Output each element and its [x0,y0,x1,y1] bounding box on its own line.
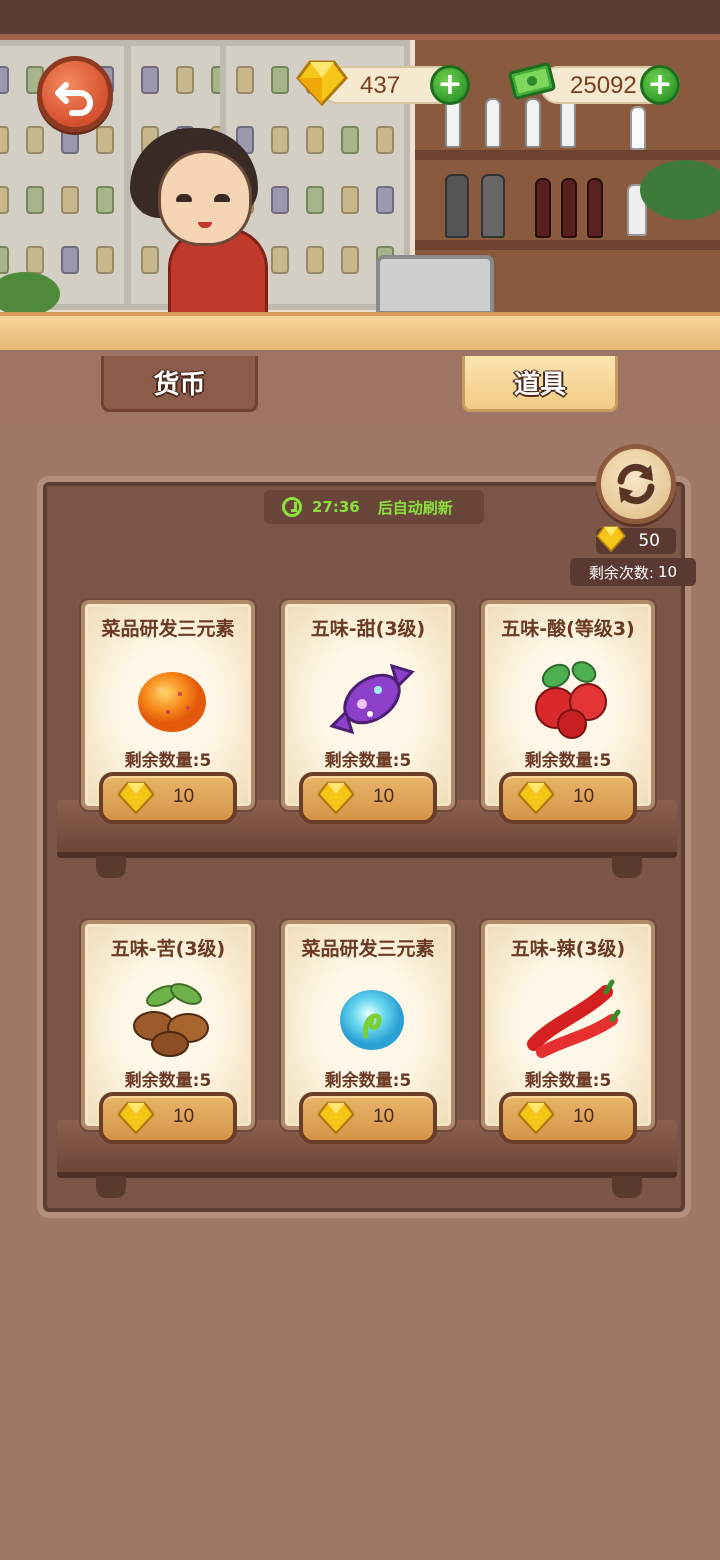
remaining-label: 剩余次数: [588,563,654,582]
chili-icon [527,979,621,1058]
item-name: 五味-苦(3级) [110,938,226,960]
item-quantity: 剩余数量:5 [524,1071,612,1091]
item-price: 10 [173,1106,195,1127]
gem-icon [317,1101,355,1135]
candy-icon [329,663,415,735]
remaining-refreshes: 剩余次数: 10 [570,558,696,586]
add-gems-button[interactable]: + [430,65,470,105]
shelf-bracket [96,1176,126,1198]
top-border [0,0,720,40]
plant-right [640,160,720,220]
item-quantity: 剩余数量:5 [124,751,212,771]
timer-text: 后自动刷新 [377,498,453,517]
tab-items[interactable]: 道具 [462,356,618,412]
buy-button[interactable]: 10 [499,772,637,824]
cash-balance: 25092 [570,72,637,99]
refresh-button[interactable] [596,444,676,524]
gem-balance: 437 [360,72,401,99]
shelf-bracket [612,856,642,878]
cash-register [376,255,494,315]
gem-icon [296,60,348,107]
item-quantity: 剩余数量:5 [324,751,412,771]
orange-orb-icon [138,672,206,732]
gem-icon [317,781,355,815]
item-name: 五味-酸(等级3) [501,618,635,640]
item-name: 五味-甜(3级) [310,618,426,640]
add-cash-button[interactable]: + [640,65,680,105]
back-arrow-icon [55,82,93,116]
back-button[interactable] [37,56,113,132]
gem-icon [117,1101,155,1135]
shop-scene [0,0,720,350]
item-name: 五味-辣(3级) [510,938,626,960]
hawthorn-icon [535,661,607,739]
shopkeeper-eye-right [214,194,230,202]
buy-button[interactable]: 10 [299,772,437,824]
shelf-bracket [96,856,126,878]
remaining-count: 10 [657,563,678,581]
item-quantity: 剩余数量:5 [324,1071,412,1091]
item-name: 菜品研发三元素 [101,618,235,640]
refresh-gem-icon [596,526,626,553]
buy-button[interactable]: 10 [499,1092,637,1144]
buy-button[interactable]: 10 [99,1092,237,1144]
refresh-timer: 27:36 后自动刷新 [264,490,484,524]
coffee-beans-icon [133,983,209,1057]
shopkeeper-face [158,150,252,246]
timer-time: 27:36 [312,498,360,516]
buy-button[interactable]: 10 [299,1092,437,1144]
item-price: 10 [573,786,595,807]
buy-button[interactable]: 10 [99,772,237,824]
gem-icon [517,781,555,815]
item-quantity: 剩余数量:5 [524,751,612,771]
shelf-bracket [612,1176,642,1198]
item-price: 10 [373,1106,395,1127]
counter-top [0,312,720,350]
gem-icon [117,781,155,815]
item-quantity: 剩余数量:5 [124,1071,212,1091]
clock-icon [282,497,302,517]
refresh-icon [617,463,655,505]
cash-icon [508,62,556,100]
shopkeeper-eye-left [176,194,192,202]
gem-icon [517,1101,555,1135]
tab-currency[interactable]: 货币 [101,356,258,412]
item-price: 10 [573,1106,595,1127]
blue-orb-icon [340,990,404,1050]
item-price: 10 [373,786,395,807]
refresh-cost-value: 50 [638,531,660,551]
item-name: 菜品研发三元素 [301,938,435,960]
item-price: 10 [173,786,195,807]
